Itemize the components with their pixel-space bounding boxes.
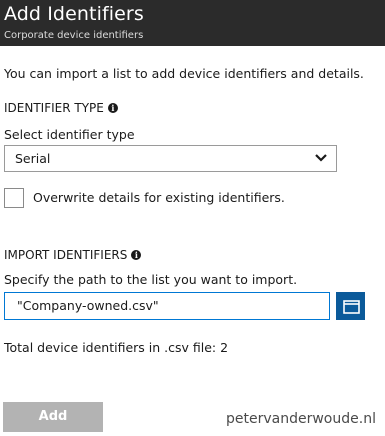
identifier-type-select[interactable]: Serial: [4, 145, 337, 172]
overwrite-checkbox[interactable]: [4, 188, 24, 208]
import-path-value: "Company-owned.csv": [17, 298, 159, 313]
page-subtitle: Corporate device identifiers: [4, 30, 144, 41]
identifier-type-heading: IDENTIFIER TYPE: [4, 101, 104, 115]
chevron-down-icon: [315, 154, 327, 162]
info-icon[interactable]: i: [107, 103, 118, 113]
blade-header: Add Identifiers Corporate device identif…: [0, 0, 385, 46]
watermark-text: petervanderwoude.nl: [226, 411, 376, 427]
info-icon[interactable]: i: [131, 250, 142, 260]
folder-icon: [343, 300, 360, 314]
overwrite-checkbox-label[interactable]: Overwrite details for existing identifie…: [33, 190, 285, 205]
import-identifiers-heading: IMPORT IDENTIFIERS: [4, 248, 128, 262]
intro-text: You can import a list to add device iden…: [4, 66, 364, 81]
import-identifiers-section-label: IMPORT IDENTIFIERS i: [4, 248, 142, 262]
import-path-input[interactable]: "Company-owned.csv": [4, 292, 330, 320]
identifier-type-field-label: Select identifier type: [4, 127, 135, 142]
total-identifiers-text: Total device identifiers in .csv file: 2: [4, 340, 229, 355]
add-button[interactable]: Add: [3, 402, 103, 432]
page-title: Add Identifiers: [4, 3, 144, 25]
identifier-type-section-label: IDENTIFIER TYPE i: [4, 101, 118, 115]
browse-file-button[interactable]: [336, 292, 365, 320]
identifier-type-selected-value: Serial: [15, 151, 51, 166]
import-path-field-label: Specify the path to the list you want to…: [4, 272, 298, 287]
